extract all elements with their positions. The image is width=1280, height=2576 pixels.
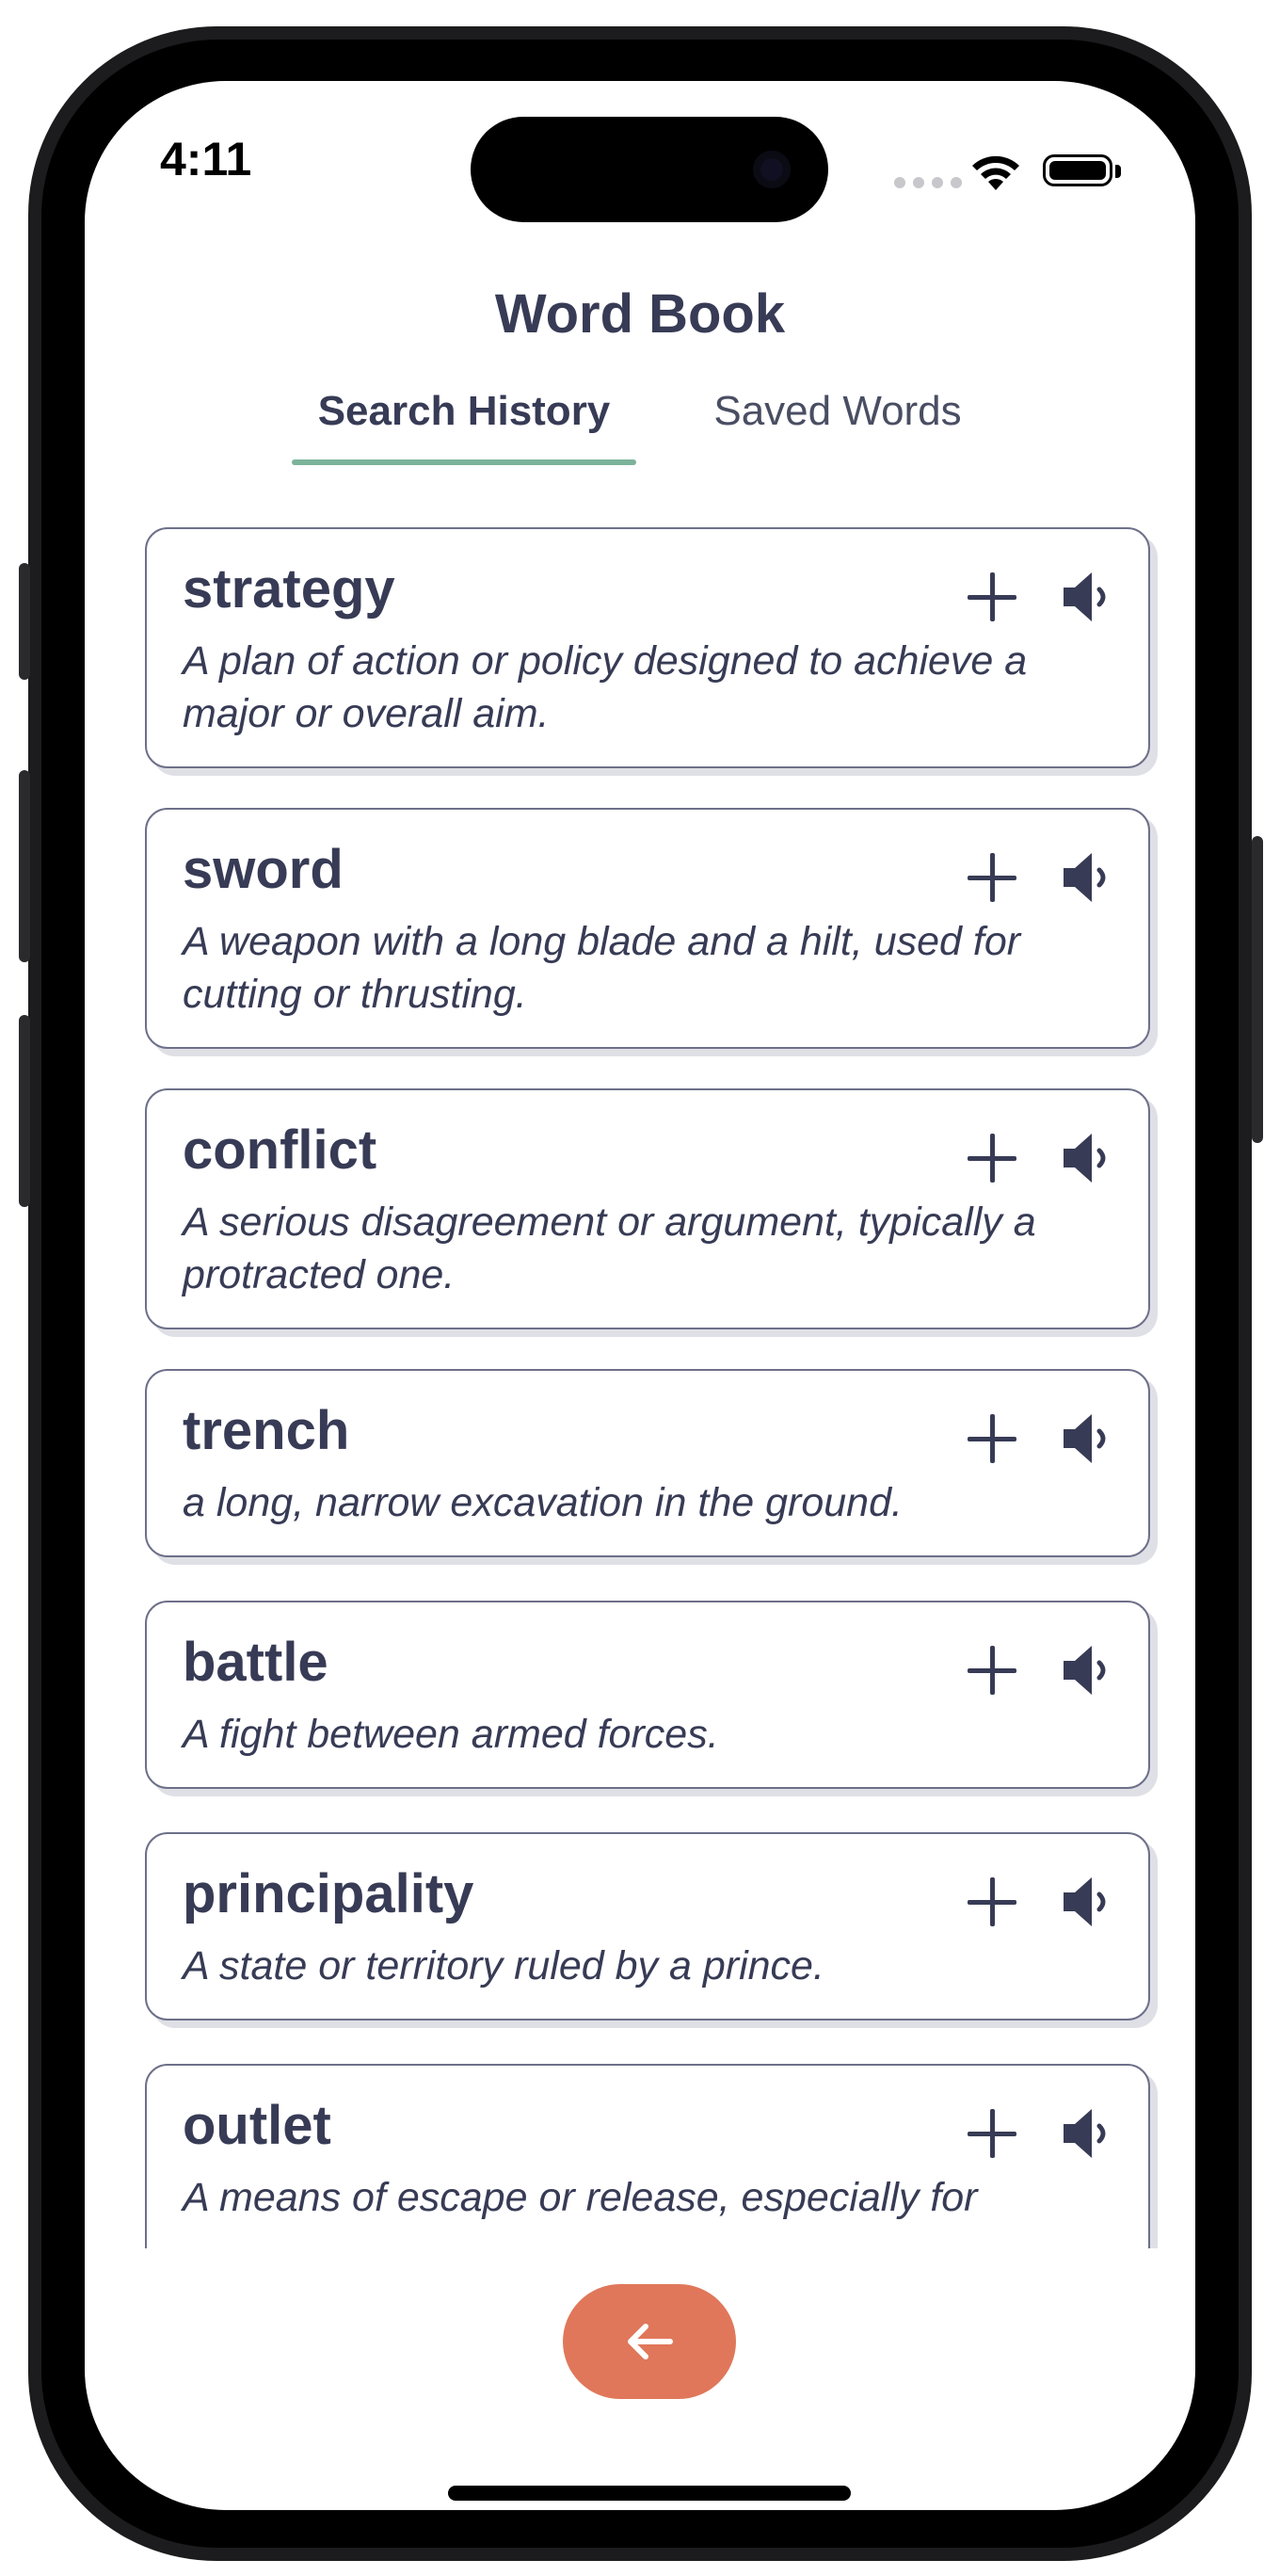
arrow-left-icon [628,2324,673,2359]
volume-up-button [19,770,30,962]
word-card[interactable]: sword A weapon with a long blade and a h… [145,808,1150,1049]
power-button [1252,836,1263,1143]
camera-icon [753,151,791,188]
plus-icon[interactable] [964,569,1020,625]
word-term: principality [183,1863,474,1924]
battery-cap [1115,165,1121,178]
word-definition: A weapon with a long blade and a hilt, u… [183,919,1021,1017]
word-term: trench [183,1400,350,1461]
plus-icon[interactable] [964,2105,1020,2162]
home-indicator[interactable] [448,2486,851,2501]
speaker-icon[interactable] [1058,1872,1118,1932]
word-list[interactable]: strategy A plan of action or policy desi… [141,527,1158,2248]
active-tab-indicator [292,459,636,465]
word-definition: A plan of action or policy designed to a… [183,638,1028,736]
dynamic-island [471,117,828,222]
word-definition: A serious disagreement or argument, typi… [183,1199,1036,1297]
word-definition: a long, narrow excavation in the ground. [183,1480,903,1525]
tab-saved-words[interactable]: Saved Words [678,388,998,435]
speaker-icon[interactable] [1058,847,1118,908]
word-definition: A means of escape or release, especially… [183,2175,978,2220]
status-time: 4:11 [160,133,252,185]
speaker-icon[interactable] [1058,2103,1118,2164]
word-definition: A state or territory ruled by a prince. [183,1943,824,1988]
word-term: strategy [183,558,395,620]
speaker-icon[interactable] [1058,1409,1118,1469]
speaker-icon[interactable] [1058,1640,1118,1700]
cellular-signal-icon [894,177,962,188]
word-card[interactable]: outlet A means of escape or release, esp… [145,2064,1150,2248]
word-card[interactable]: battle A fight between armed forces. [145,1601,1150,1789]
plus-icon[interactable] [964,1130,1020,1186]
plus-icon[interactable] [964,849,1020,906]
battery-icon [1043,154,1112,186]
back-button[interactable] [563,2284,736,2399]
word-term: conflict [183,1119,377,1181]
action-button [19,563,30,680]
tab-bar: Search History Saved Words [0,388,1280,465]
word-card[interactable]: principality A state or territory ruled … [145,1832,1150,2021]
plus-icon[interactable] [964,1410,1020,1467]
word-card[interactable]: conflict A serious disagreement or argum… [145,1088,1150,1329]
page-title: Word Book [494,283,786,345]
wifi-icon [972,155,1019,190]
plus-icon[interactable] [964,1642,1020,1699]
speaker-icon[interactable] [1058,1128,1118,1188]
speaker-icon[interactable] [1058,567,1118,627]
word-definition: A fight between armed forces. [183,1712,719,1757]
word-term: battle [183,1632,328,1693]
word-card[interactable]: strategy A plan of action or policy desi… [145,527,1150,768]
volume-down-button [19,1015,30,1207]
word-card[interactable]: trench a long, narrow excavation in the … [145,1369,1150,1557]
tab-search-history[interactable]: Search History [292,388,636,435]
plus-icon[interactable] [964,1874,1020,1930]
word-term: sword [183,839,344,900]
word-term: outlet [183,2095,331,2156]
